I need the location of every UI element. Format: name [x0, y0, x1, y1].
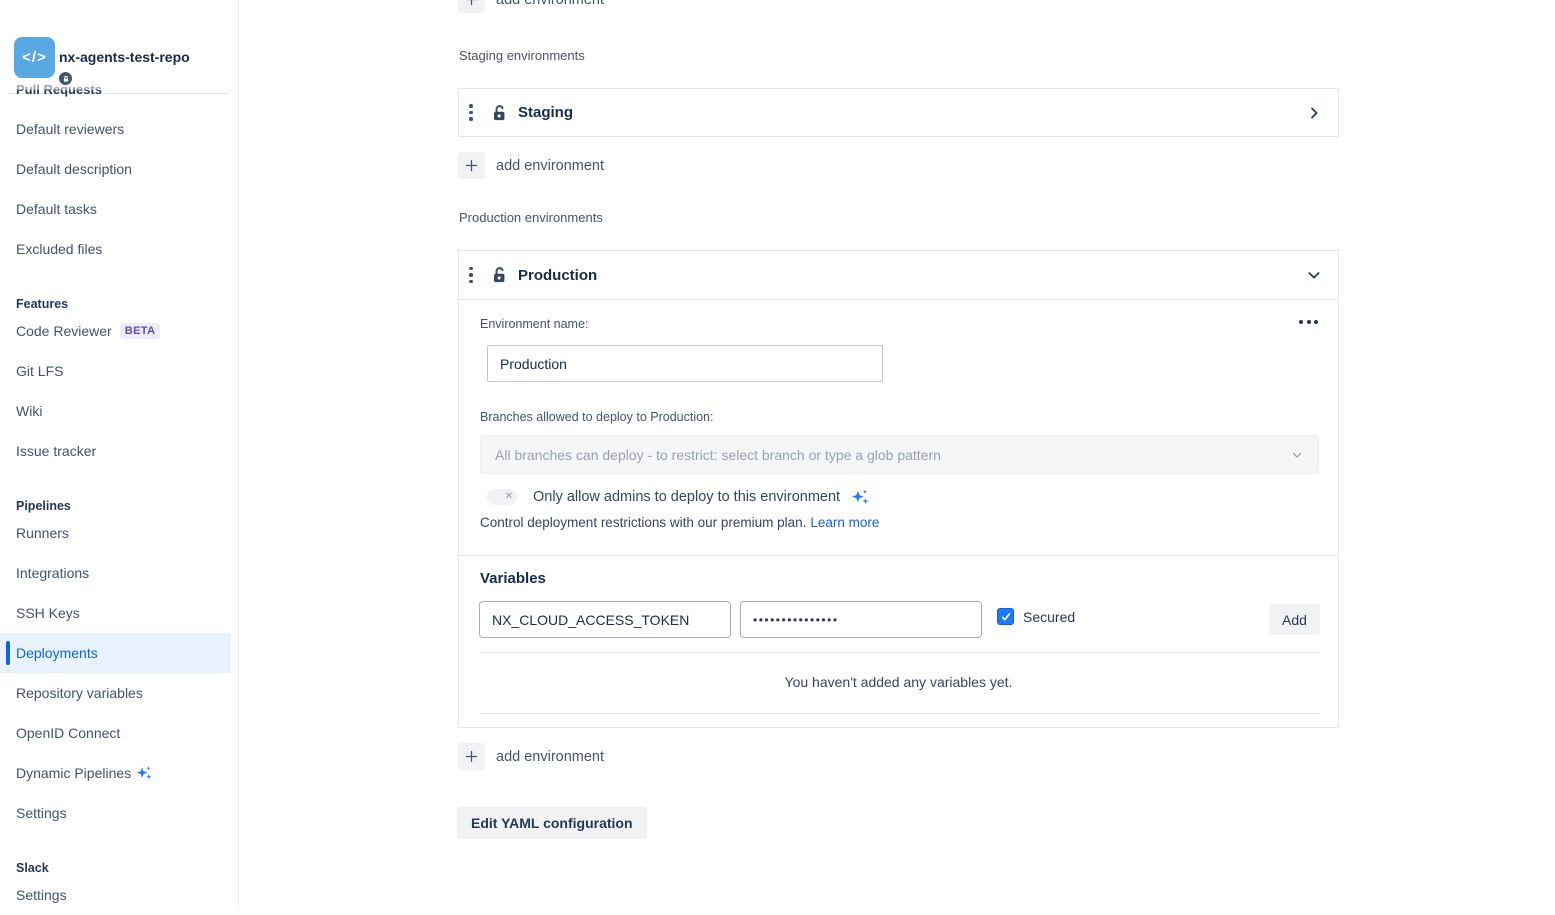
- branches-allowed-label: Branches allowed to deploy to Production…: [480, 410, 713, 424]
- branches-select[interactable]: All branches can deploy - to restrict: s…: [480, 435, 1319, 474]
- staging-environment-card[interactable]: Staging: [458, 88, 1339, 137]
- sidebar-item-git-lfs[interactable]: Git LFS: [0, 351, 239, 391]
- sidebar-heading-features: Features: [0, 283, 239, 311]
- sidebar-item-default-description[interactable]: Default description: [0, 149, 239, 189]
- drag-handle-icon[interactable]: [469, 267, 483, 284]
- secured-label: Secured: [1023, 609, 1075, 625]
- production-environments-label: Production environments: [459, 210, 603, 225]
- unlock-icon: [489, 103, 509, 123]
- sidebar-item-wiki[interactable]: Wiki: [0, 391, 239, 431]
- sidebar-item-openid-connect[interactable]: OpenID Connect: [0, 713, 239, 753]
- environment-name-input[interactable]: [487, 345, 883, 382]
- production-title: Production: [518, 267, 597, 284]
- branches-select-placeholder: All branches can deploy - to restrict: s…: [495, 447, 1290, 463]
- sidebar-item-deployments[interactable]: Deployments: [0, 633, 231, 673]
- overflow-menu-icon[interactable]: [1299, 320, 1318, 324]
- sparkle-icon: [135, 764, 153, 782]
- repo-name: nx-agents-test-repo: [59, 49, 190, 65]
- staging-environments-label: Staging environments: [459, 48, 585, 63]
- admins-only-label: Only allow admins to deploy to this envi…: [533, 489, 840, 505]
- sidebar-item-ssh-keys[interactable]: SSH Keys: [0, 593, 239, 633]
- variables-empty-text: You haven't added any variables yet.: [459, 674, 1338, 690]
- variables-divider: [480, 713, 1319, 714]
- sidebar-item-runners[interactable]: Runners: [0, 513, 239, 553]
- chevron-down-icon[interactable]: [1306, 267, 1322, 283]
- production-environment-panel: Environment name: Branches allowed to de…: [458, 300, 1339, 728]
- sidebar-item-default-reviewers[interactable]: Default reviewers: [0, 109, 239, 149]
- sparkle-icon: [850, 487, 870, 507]
- sidebar-heading-pull-requests: Pull Requests: [16, 82, 102, 97]
- secured-checkbox[interactable]: [997, 608, 1014, 625]
- beta-badge: BETA: [120, 323, 161, 339]
- sidebar-item-integrations[interactable]: Integrations: [0, 553, 239, 593]
- sidebar-item-issue-tracker[interactable]: Issue tracker: [0, 431, 239, 471]
- production-environment-card-header[interactable]: Production: [458, 250, 1339, 300]
- variable-value-input[interactable]: [740, 601, 982, 638]
- sidebar-item-settings[interactable]: Settings: [0, 793, 239, 833]
- chevron-right-icon[interactable]: [1306, 105, 1322, 121]
- admins-only-toggle[interactable]: ✕: [487, 489, 517, 505]
- variables-title: Variables: [480, 570, 546, 587]
- add-environment-button-top[interactable]: add environment: [458, 0, 604, 13]
- chevron-down-icon: [1290, 448, 1304, 462]
- sidebar-heading-slack: Slack: [0, 847, 239, 875]
- code-icon: </>: [22, 49, 47, 66]
- add-environment-button-staging[interactable]: add environment: [458, 152, 604, 179]
- edit-yaml-configuration-button[interactable]: Edit YAML configuration: [457, 807, 647, 839]
- plus-icon: [458, 152, 485, 179]
- sidebar-heading-pipelines: Pipelines: [0, 485, 239, 513]
- plus-icon: [458, 0, 485, 13]
- sidebar-item-slack-settings[interactable]: Settings: [0, 875, 239, 915]
- learn-more-link[interactable]: Learn more: [810, 515, 879, 530]
- add-variable-button[interactable]: Add: [1269, 604, 1320, 635]
- premium-plan-text: Control deployment restrictions with our…: [480, 515, 879, 530]
- sidebar-nav: Default reviewers Default description De…: [0, 109, 239, 915]
- variables-section: Variables Secured Add You haven't added …: [459, 555, 1338, 727]
- sidebar-item-excluded-files[interactable]: Excluded files: [0, 229, 239, 269]
- sidebar-item-repository-variables[interactable]: Repository variables: [0, 673, 239, 713]
- plus-icon: [458, 743, 485, 770]
- drag-handle-icon[interactable]: [469, 104, 483, 121]
- sidebar-item-code-reviewer[interactable]: Code Reviewer BETA: [0, 311, 239, 351]
- variables-divider: [480, 652, 1319, 653]
- add-environment-button-production[interactable]: add environment: [458, 743, 604, 770]
- environment-name-label: Environment name:: [480, 317, 588, 331]
- unlock-icon: [489, 265, 509, 285]
- settings-sidebar: </> nx-agents-test-repo Pull Requests De…: [0, 0, 239, 909]
- sidebar-item-default-tasks[interactable]: Default tasks: [0, 189, 239, 229]
- repo-avatar[interactable]: </>: [14, 37, 55, 78]
- staging-title: Staging: [518, 104, 573, 121]
- sidebar-item-dynamic-pipelines[interactable]: Dynamic Pipelines: [0, 753, 239, 793]
- repo-header: </> nx-agents-test-repo: [0, 0, 238, 94]
- deployments-content: add environment Staging environments Sta…: [240, 0, 1555, 909]
- variable-name-input[interactable]: [479, 601, 731, 638]
